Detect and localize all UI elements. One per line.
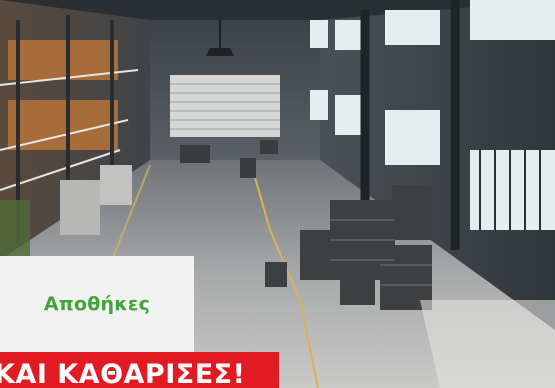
banner-text: ΚΑΙ ΚΑΘΑΡΙΣΕΣ! <box>0 359 246 388</box>
category-card[interactable]: Αποθήκες <box>0 256 194 352</box>
category-label[interactable]: Αποθήκες <box>44 293 150 315</box>
hero-section: Αποθήκες ΚΑΙ ΚΑΘΑΡΙΣΕΣ! <box>0 0 555 388</box>
promo-banner: ΚΑΙ ΚΑΘΑΡΙΣΕΣ! <box>0 352 279 388</box>
